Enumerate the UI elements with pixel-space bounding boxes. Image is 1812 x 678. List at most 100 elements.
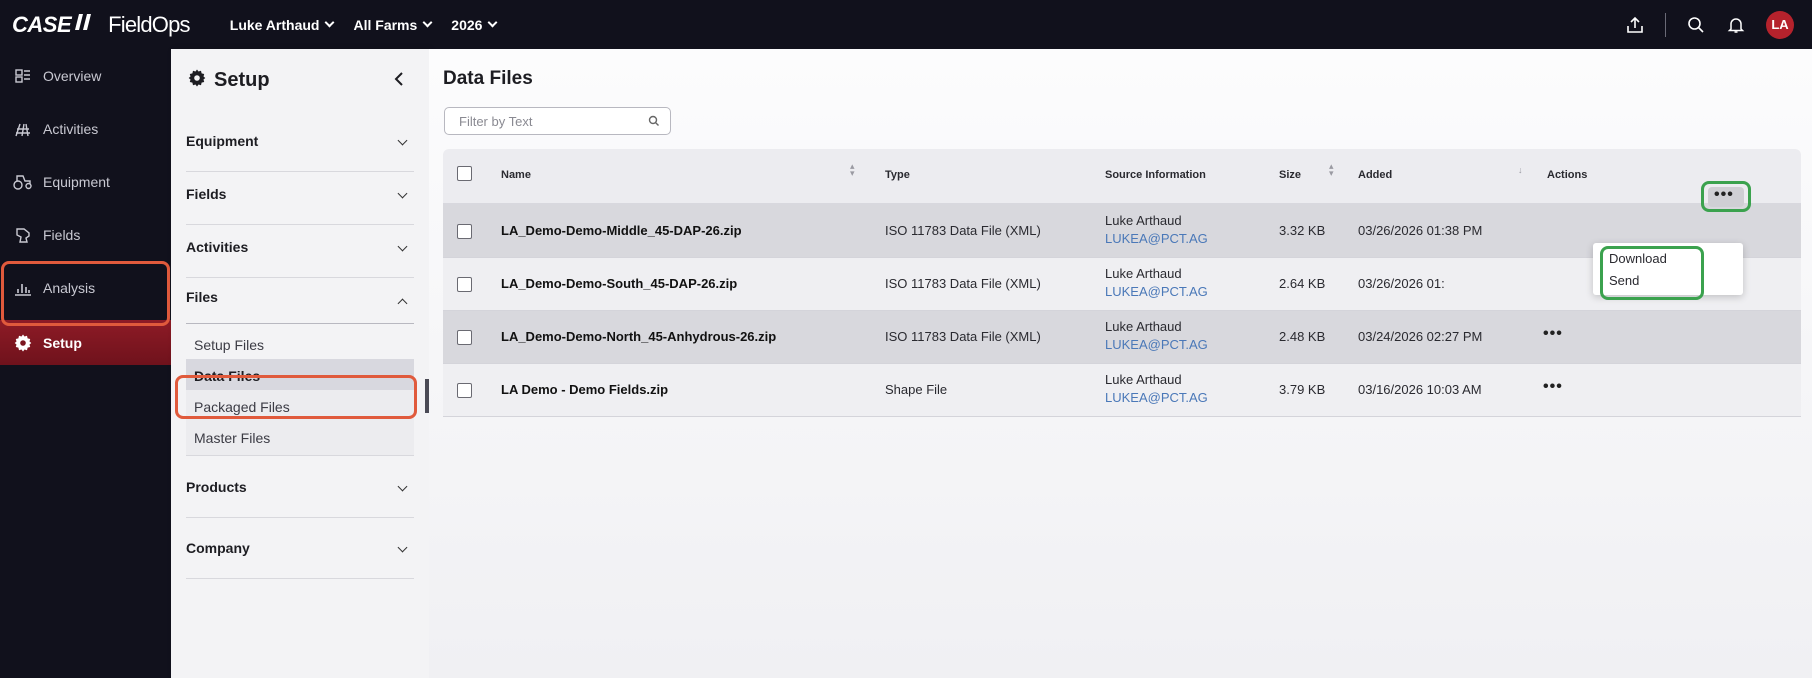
filter-input[interactable]: Filter by Text <box>444 107 671 135</box>
row-checkbox[interactable] <box>457 383 472 398</box>
source-email[interactable]: LUKEA@PCT.AG <box>1105 390 1208 405</box>
menu-item-download[interactable]: Download <box>1609 251 1667 266</box>
file-type: Shape File <box>885 382 948 397</box>
chevron-down-icon <box>422 17 433 28</box>
section-label: Products <box>186 479 247 495</box>
chevron-left-icon[interactable] <box>387 67 411 91</box>
file-name[interactable]: LA_Demo-Demo-South_45-DAP-26.zip <box>501 276 737 291</box>
sub-item-packaged-files[interactable]: Packaged Files <box>186 390 414 425</box>
user-selector-label: Luke Arthaud <box>229 16 320 33</box>
row-checkbox[interactable] <box>457 224 472 239</box>
section-equipment[interactable]: Equipment <box>186 111 414 172</box>
file-size: 2.64 KB <box>1279 276 1326 291</box>
column-header-size[interactable]: Size <box>1279 169 1301 181</box>
column-header-added[interactable]: Added <box>1358 169 1392 181</box>
sub-item-label: Master Files <box>194 430 271 446</box>
year-selector[interactable]: 2026 <box>451 16 498 33</box>
sub-item-label: Packaged Files <box>194 399 290 415</box>
sidebar-item-analysis[interactable]: Analysis <box>0 261 171 314</box>
table-row[interactable]: LA Demo - Demo Fields.zip Shape File Luk… <box>443 364 1801 417</box>
section-files[interactable]: Files <box>186 270 414 324</box>
main-content: Data Files Filter by Text Name ▴ ▾ Type S… <box>429 49 1812 678</box>
logo-fieldops-text: FieldOps <box>108 11 190 37</box>
year-selector-label: 2026 <box>451 16 483 33</box>
source-name: Luke Arthaud <box>1105 213 1182 228</box>
case-ih-logo[interactable]: CASE FieldOps <box>12 11 191 38</box>
column-header-type[interactable]: Type <box>885 169 910 181</box>
chevron-down-icon <box>397 542 408 553</box>
sidebar-item-overview[interactable]: Overview <box>0 49 171 102</box>
chevron-down-icon <box>397 481 408 492</box>
setup-panel: Setup Equipment Fields Activities Files … <box>171 49 429 678</box>
chevron-down-icon <box>397 188 408 199</box>
sidebar-item-fields[interactable]: Fields <box>0 208 171 261</box>
menu-item-send[interactable]: Send <box>1609 273 1639 288</box>
overview-icon <box>13 66 33 86</box>
actions-menu: Download Send <box>1593 243 1743 295</box>
column-header-actions: Actions <box>1547 169 1588 181</box>
section-activities[interactable]: Activities <box>186 217 414 278</box>
section-fields[interactable]: Fields <box>186 164 414 225</box>
sidebar-item-equipment[interactable]: Equipment <box>0 155 171 208</box>
upload-icon[interactable] <box>1615 5 1655 45</box>
search-icon[interactable] <box>1676 5 1716 45</box>
gear-icon <box>13 333 33 353</box>
chart-icon <box>13 278 33 298</box>
file-added: 03/16/2026 10:03 AM <box>1358 382 1482 397</box>
chevron-down-icon <box>488 17 498 28</box>
logo-case-text: CASE <box>12 11 72 37</box>
section-label: Company <box>186 540 250 556</box>
sort-icon[interactable]: ▴ ▾ <box>850 162 855 178</box>
sub-item-setup-files[interactable]: Setup Files <box>186 328 414 363</box>
source-email[interactable]: LUKEA@PCT.AG <box>1105 284 1208 299</box>
table-row[interactable]: LA_Demo-Demo-North_45-Anhydrous-26.zip I… <box>443 311 1801 364</box>
sidebar-item-label: Setup <box>43 334 82 351</box>
bell-icon[interactable] <box>1716 5 1756 45</box>
chevron-down-icon <box>325 17 335 28</box>
section-products[interactable]: Products <box>186 457 414 518</box>
column-header-source[interactable]: Source Information <box>1105 169 1206 181</box>
source-email[interactable]: LUKEA@PCT.AG <box>1105 337 1208 352</box>
chevron-up-icon <box>397 298 408 309</box>
file-name[interactable]: LA Demo - Demo Fields.zip <box>501 382 668 397</box>
sidebar-item-setup[interactable]: Setup <box>0 320 171 365</box>
row-actions-button[interactable]: ••• <box>1714 186 1734 204</box>
row-checkbox[interactable] <box>457 277 472 292</box>
sub-item-master-files[interactable]: Master Files <box>186 421 414 456</box>
sub-item-data-files[interactable]: Data Files <box>186 359 414 394</box>
section-label: Files <box>186 288 218 305</box>
column-header-name[interactable]: Name <box>501 169 531 181</box>
sidebar-item-label: Activities <box>43 120 99 137</box>
table-header: Name ▴ ▾ Type Source Information Size ▴ ▾ … <box>443 149 1801 205</box>
sort-descending-icon[interactable]: ↓ <box>1518 166 1523 175</box>
row-actions-button[interactable]: ••• <box>1543 325 1563 343</box>
select-all-checkbox[interactable] <box>457 166 472 181</box>
sort-icon[interactable]: ▴ ▾ <box>1329 162 1334 178</box>
user-selector[interactable]: Luke Arthaud <box>229 16 335 33</box>
main-sidebar: Overview Activities Equipment Fields Ana… <box>0 49 171 678</box>
source-email[interactable]: LUKEA@PCT.AG <box>1105 231 1208 246</box>
sub-item-label: Data Files <box>194 368 261 384</box>
section-label: Fields <box>186 186 227 202</box>
sidebar-item-activities[interactable]: Activities <box>0 102 171 155</box>
ih-mark-icon <box>75 13 92 30</box>
section-label: Activities <box>186 239 249 255</box>
sidebar-item-label: Equipment <box>43 173 110 190</box>
source-name: Luke Arthaud <box>1105 372 1182 387</box>
source-name: Luke Arthaud <box>1105 266 1182 281</box>
file-added: 03/26/2026 01:38 PM <box>1358 223 1483 238</box>
avatar[interactable]: LA <box>1766 10 1794 39</box>
file-name[interactable]: LA_Demo-Demo-Middle_45-DAP-26.zip <box>501 223 742 238</box>
file-type: ISO 11783 Data File (XML) <box>885 329 1041 344</box>
file-size: 3.32 KB <box>1279 223 1326 238</box>
page-title: Data Files <box>443 68 533 89</box>
row-checkbox[interactable] <box>457 330 472 345</box>
sidebar-item-label: Fields <box>43 226 81 243</box>
section-company[interactable]: Company <box>186 518 414 579</box>
row-actions-button[interactable]: ••• <box>1543 378 1563 396</box>
chevron-down-icon <box>397 135 408 146</box>
file-name[interactable]: LA_Demo-Demo-North_45-Anhydrous-26.zip <box>501 329 776 344</box>
sub-item-label: Setup Files <box>194 337 265 353</box>
source-name: Luke Arthaud <box>1105 319 1182 334</box>
farm-selector[interactable]: All Farms <box>353 17 433 33</box>
